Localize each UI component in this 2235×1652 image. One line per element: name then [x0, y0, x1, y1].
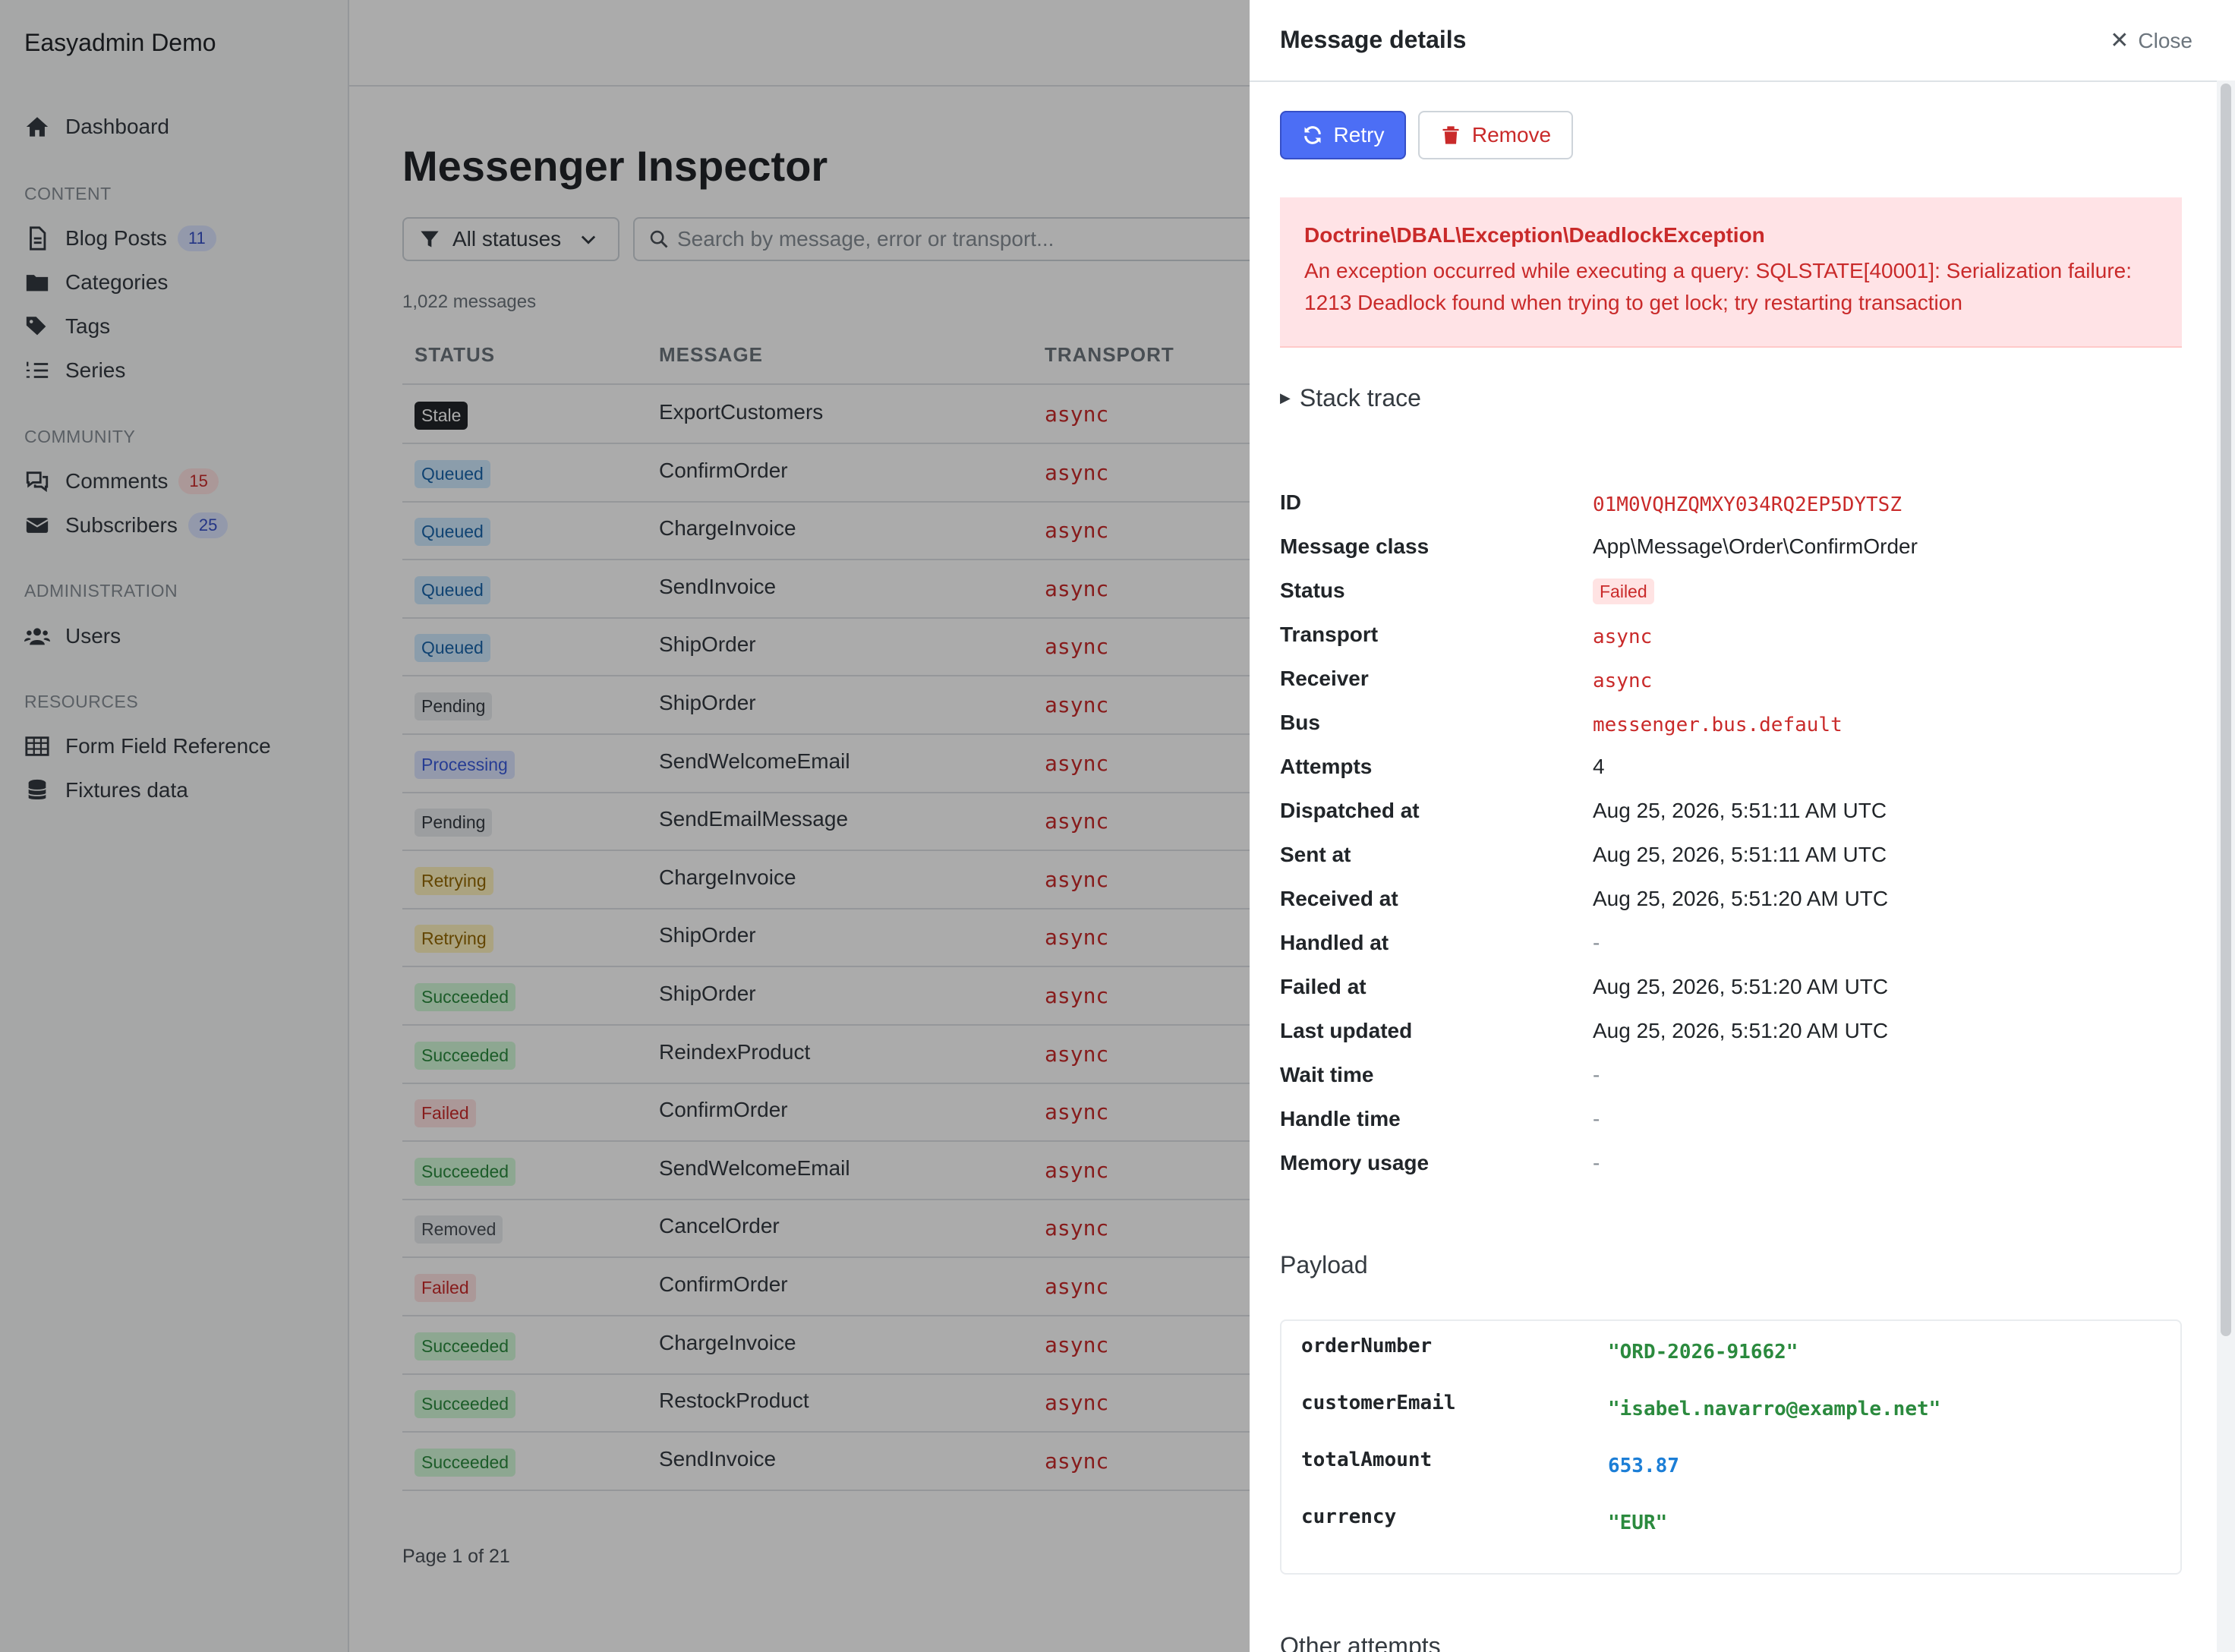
detail-value-attempts: 4	[1593, 755, 1605, 779]
detail-value-text: 01M0VQHZQMXY034RQ2EP5DYTSZ	[1593, 493, 1902, 516]
retry-label: Retry	[1333, 123, 1385, 147]
close-label: Close	[2138, 28, 2192, 52]
detail-value-text: async	[1593, 626, 1653, 648]
detail-value-text: -	[1593, 1063, 1600, 1086]
detail-value-text: Aug 25, 2026, 5:51:20 AM UTC	[1593, 887, 1889, 910]
payload-key: totalAmount	[1301, 1449, 1433, 1471]
detail-label-receiver: Receiver	[1280, 667, 1369, 690]
detail-value-text: Failed	[1593, 579, 1654, 604]
close-button[interactable]: ✕ Close	[2110, 27, 2192, 54]
detail-value-wait: -	[1593, 1063, 1600, 1087]
payload-key: customerEmail	[1301, 1392, 1456, 1414]
detail-label-handled: Handled at	[1280, 931, 1389, 954]
detail-label-id: ID	[1280, 490, 1301, 514]
detail-value-class: App\Message\Order\ConfirmOrder	[1593, 534, 1918, 559]
detail-value-id: 01M0VQHZQMXY034RQ2EP5DYTSZ	[1593, 492, 1902, 516]
trash-icon	[1442, 126, 1459, 144]
detail-value-text: Aug 25, 2026, 5:51:20 AM UTC	[1593, 1019, 1889, 1042]
payload-box: orderNumber "ORD-2026-91662" customerEmail…	[1280, 1319, 2182, 1575]
detail-value-text: messenger.bus.default	[1593, 714, 1843, 736]
message-details-panel: Message details ✕ Close Retry Remove Doc…	[1250, 0, 2235, 1652]
detail-label-updated: Last updated	[1280, 1019, 1413, 1042]
detail-value-text: App\Message\Order\ConfirmOrder	[1593, 534, 1918, 558]
detail-label-failed: Failed at	[1280, 975, 1367, 998]
detail-label-transport: Transport	[1280, 623, 1379, 646]
error-title: Doctrine\DBAL\Exception\DeadlockExceptio…	[1304, 223, 1765, 247]
detail-label-class: Message class	[1280, 534, 1430, 558]
error-alert: Doctrine\DBAL\Exception\DeadlockExceptio…	[1280, 197, 2182, 348]
detail-value-text: async	[1593, 670, 1653, 692]
sync-icon	[1303, 126, 1321, 144]
payload-value: 653.87	[1608, 1455, 1679, 1477]
detail-value-text: Aug 25, 2026, 5:51:11 AM UTC	[1593, 799, 1887, 822]
scrollbar-thumb[interactable]	[2221, 84, 2231, 1336]
retry-button[interactable]: Retry	[1280, 111, 1406, 159]
detail-value-handle: -	[1593, 1107, 1600, 1131]
remove-button[interactable]: Remove	[1418, 111, 1573, 159]
payload-title: Payload	[1280, 1251, 1368, 1278]
detail-value-sent: Aug 25, 2026, 5:51:11 AM UTC	[1593, 843, 1887, 867]
detail-value-dispatched: Aug 25, 2026, 5:51:11 AM UTC	[1593, 799, 1887, 823]
detail-value-text: Aug 25, 2026, 5:51:20 AM UTC	[1593, 975, 1889, 998]
detail-value-receiver: async	[1593, 668, 1652, 692]
detail-label-status: Status	[1280, 579, 1345, 602]
detail-value-received: Aug 25, 2026, 5:51:20 AM UTC	[1593, 887, 1888, 911]
payload-value: "ORD-2026-91662"	[1608, 1341, 1798, 1364]
error-message: An exception occurred while executing a …	[1304, 259, 2132, 314]
detail-value-text: -	[1593, 1107, 1600, 1130]
panel-title: Message details	[1280, 26, 1467, 53]
detail-value-text: 4	[1593, 755, 1605, 778]
detail-value-text: Aug 25, 2026, 5:51:11 AM UTC	[1593, 843, 1887, 866]
detail-value-transport: async	[1593, 624, 1652, 648]
payload-key: currency	[1301, 1505, 1397, 1528]
detail-value-failed: Aug 25, 2026, 5:51:20 AM UTC	[1593, 975, 1888, 999]
detail-label-received: Received at	[1280, 887, 1398, 910]
detail-label-sent: Sent at	[1280, 843, 1351, 866]
payload-key: orderNumber	[1301, 1335, 1433, 1357]
detail-label-memory: Memory usage	[1280, 1151, 1430, 1174]
detail-value-bus: messenger.bus.default	[1593, 712, 1843, 736]
other-attempts-title: Other attempts	[1280, 1632, 1441, 1652]
detail-label-wait: Wait time	[1280, 1063, 1374, 1086]
detail-label-handle: Handle time	[1280, 1107, 1401, 1130]
stack-trace-label: Stack trace	[1299, 384, 1421, 411]
payload-value: "EUR"	[1608, 1512, 1668, 1534]
payload-value: "isabel.navarro@example.net"	[1608, 1398, 1941, 1420]
stack-trace-toggle[interactable]: ▶ Stack trace	[1280, 384, 1421, 412]
detail-value-memory: -	[1593, 1151, 1600, 1175]
panel-header: Message details ✕ Close	[1250, 0, 2235, 82]
detail-label-attempts: Attempts	[1280, 755, 1373, 778]
detail-value-status: Failed	[1593, 579, 1654, 604]
remove-label: Remove	[1471, 123, 1552, 147]
modal-backdrop[interactable]	[0, 0, 1250, 1652]
caret-right-icon: ▶	[1280, 390, 1291, 405]
detail-label-bus: Bus	[1280, 711, 1320, 734]
detail-value-handled: -	[1593, 931, 1600, 955]
close-icon: ✕	[2110, 28, 2129, 53]
detail-value-updated: Aug 25, 2026, 5:51:20 AM UTC	[1593, 1019, 1888, 1043]
detail-value-text: -	[1593, 1151, 1600, 1174]
detail-label-dispatched: Dispatched at	[1280, 799, 1420, 822]
detail-value-text: -	[1593, 931, 1600, 954]
